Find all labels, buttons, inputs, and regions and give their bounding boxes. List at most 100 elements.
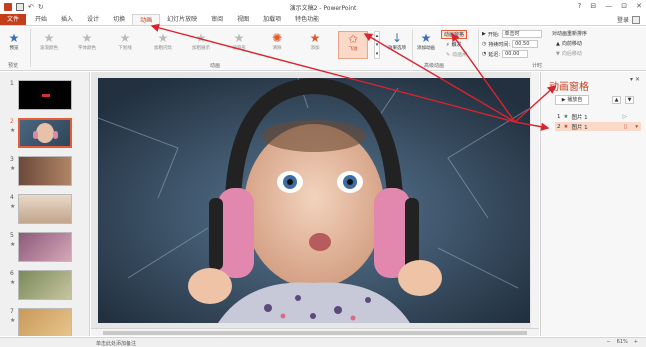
gallery-scroll[interactable]: ▴ ▾ ▾	[374, 31, 380, 59]
anim-wave[interactable]: ★ 波浪形	[224, 31, 254, 59]
start-row: ▶ 开始: 单击时	[482, 30, 542, 38]
slide-thumbnail[interactable]: 4 ★	[0, 192, 89, 228]
pane-menu-icon[interactable]: ▾	[630, 76, 633, 83]
slide-preview	[18, 118, 72, 148]
anim-fly[interactable]: ✩ 飞溢	[338, 31, 368, 59]
tab-slideshow[interactable]: 幻灯片放映	[160, 14, 204, 25]
slide-preview	[18, 308, 72, 336]
slide-preview	[18, 194, 72, 224]
duration-input[interactable]: 00.50	[512, 40, 539, 48]
slide-thumbnail-selected[interactable]: 2 ★	[0, 116, 89, 152]
play-icon: ▶	[482, 31, 486, 37]
tab-insert[interactable]: 插入	[54, 14, 80, 25]
star-icon: ★	[81, 31, 93, 45]
slide-thumbnail[interactable]: 3 ★	[0, 154, 89, 190]
reorder-title: 对动画重新排序	[552, 31, 588, 37]
down-arrow-icon: ▼	[556, 50, 560, 57]
play-from-button[interactable]: ▶ 播放自	[555, 95, 589, 105]
animation-pane-title: 动画窗格	[549, 82, 589, 93]
preview-button[interactable]: ★ 预览	[2, 31, 26, 59]
divider	[412, 29, 413, 67]
close-icon[interactable]: ✕	[636, 2, 642, 10]
animation-list-item[interactable]: 1 ★ 图片 1 ▷	[555, 112, 641, 121]
zoom-in-icon[interactable]: +	[634, 339, 638, 345]
move-down-icon[interactable]: ▼	[625, 96, 634, 104]
slide-thumbnails-panel: 1 2 ★ 3 ★ 4 ★ 5 ★ 6 ★ 7 ★	[0, 72, 90, 336]
status-bar: 单击此处添加备注 − 61% +	[0, 337, 646, 347]
delay-input[interactable]: 00.00	[502, 50, 529, 58]
zoom-level[interactable]: 61%	[617, 339, 628, 345]
lightning-icon: ⚡	[446, 41, 450, 48]
avatar[interactable]	[632, 15, 640, 24]
tab-file[interactable]: 文件	[0, 14, 27, 25]
photo-svg	[98, 78, 530, 323]
sparkle-icon: ✺	[271, 31, 283, 45]
anim-clear[interactable]: ✺ 清除	[262, 31, 292, 59]
group-label-timing: 计时	[532, 63, 543, 69]
slide-preview	[18, 156, 72, 186]
anim-font-color[interactable]: ★ 字体颜色	[72, 31, 102, 59]
slide-preview	[18, 80, 72, 110]
slide-image-baby-headphones[interactable]	[98, 78, 530, 323]
ribbon: ★ 预览 预览 ★ 波浪颜色 ★ 字体颜色 ★ 下划线 ★ 加粗闪烁 ★ 加粗展示 ★ 波浪…	[0, 27, 646, 71]
tab-transitions[interactable]: 切换	[106, 14, 132, 25]
tab-features[interactable]: 特色功能	[288, 14, 326, 25]
move-earlier-button[interactable]: ▲ 向前移动	[556, 40, 582, 48]
reorder-buttons: ▲ ▼	[612, 96, 634, 104]
effect-options-button[interactable]: ↓ 效果选项	[384, 31, 410, 59]
tab-design[interactable]: 设计	[80, 14, 106, 25]
item-dropdown-icon[interactable]: ▾	[635, 124, 638, 130]
play-icon: ▶	[561, 97, 566, 103]
group-label-advanced: 高级动画	[424, 63, 445, 69]
flyout-star-icon: ✩	[347, 32, 359, 46]
slide-thumbnail[interactable]: 7 ★	[0, 306, 89, 336]
star-icon: ★	[157, 31, 169, 45]
title-bar: ↶ ↻ 演示文稿2 - PowerPoint ? ⊟ — ⊡ ✕	[0, 0, 646, 14]
vertical-scrollbar[interactable]	[531, 72, 539, 328]
group-label-preview: 预览	[8, 63, 19, 69]
login-area[interactable]: 登录	[617, 15, 640, 24]
brush-icon: ✎	[446, 51, 451, 58]
anim-add[interactable]: ★ 添加	[300, 31, 330, 59]
slide-thumbnail[interactable]: 1	[0, 78, 89, 114]
login-link[interactable]: 登录	[617, 15, 629, 24]
tab-review[interactable]: 审阅	[204, 14, 230, 25]
move-up-icon[interactable]: ▲	[612, 96, 621, 104]
horizontal-scrollbar[interactable]	[91, 328, 539, 336]
animation-list-item-selected[interactable]: 2 ★ 图片 1 ▯ ▾	[555, 122, 641, 131]
zoom-out-icon[interactable]: −	[606, 339, 610, 345]
animation-painter-button[interactable]: ✎ 动画刷	[446, 51, 467, 59]
pane-controls: ▾ ✕	[630, 76, 640, 83]
window-title: 演示文稿2 - PowerPoint	[289, 5, 357, 12]
restore-icon[interactable]: ⊡	[621, 2, 627, 10]
anim-bold-flash[interactable]: ★ 加粗闪烁	[148, 31, 178, 59]
animation-pane: 动画窗格 ▾ ✕ ▶ 播放自 ▲ ▼ 1 ★ 图片 1 ▷ 2 ★ 图片 1 ▯…	[540, 72, 646, 336]
timeline-bar-icon: ▯	[623, 123, 627, 130]
tab-addins[interactable]: 加载项	[256, 14, 288, 25]
tab-animations[interactable]: 动画	[132, 14, 161, 25]
move-later-button[interactable]: ▼ 向后移动	[556, 50, 582, 58]
add-animation-button[interactable]: ★ 添加动画	[414, 31, 438, 59]
start-select[interactable]: 单击时	[501, 30, 542, 38]
anim-wave-color[interactable]: ★ 波浪颜色	[34, 31, 64, 59]
slide-thumbnail[interactable]: 6 ★	[0, 268, 89, 304]
close-icon[interactable]: ✕	[635, 76, 640, 83]
notes-placeholder[interactable]: 单击此处添加备注	[96, 340, 136, 347]
anim-underline[interactable]: ★ 下划线	[110, 31, 140, 59]
animation-star-icon: ★	[10, 127, 16, 134]
tab-view[interactable]: 视图	[230, 14, 256, 25]
divider	[478, 29, 479, 67]
scroll-thumb[interactable]	[103, 331, 527, 335]
anim-bold-reveal[interactable]: ★ 加粗展示	[186, 31, 216, 59]
status-right: − 61% +	[606, 339, 638, 345]
animation-pane-button[interactable]: 动画窗格	[441, 30, 468, 39]
tab-home[interactable]: 开始	[28, 14, 54, 25]
help-icon[interactable]: ?	[578, 2, 582, 10]
minimize-icon[interactable]: —	[605, 2, 612, 10]
group-label-animation: 动画	[210, 63, 221, 69]
slide-thumbnail[interactable]: 5 ★	[0, 230, 89, 266]
emphasis-star-icon: ★	[563, 123, 569, 130]
trigger-button[interactable]: ⚡ 触发	[446, 41, 462, 49]
window-controls: ? ⊟ — ⊡ ✕	[578, 2, 642, 10]
ribbon-display-icon[interactable]: ⊟	[590, 2, 596, 10]
